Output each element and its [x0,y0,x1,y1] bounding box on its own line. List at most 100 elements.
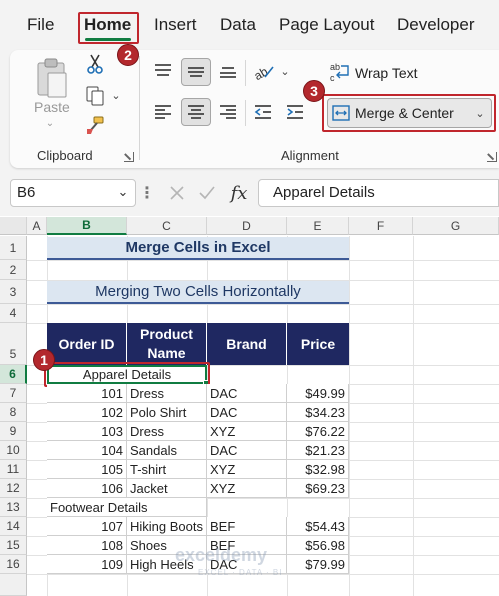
column-header-b[interactable]: B [47,217,127,235]
decrease-indent-icon[interactable] [250,99,276,125]
alignment-launcher-icon[interactable] [487,152,497,162]
order-id-cell[interactable]: 109 [47,555,127,574]
order-id-cell[interactable]: 103 [47,422,127,441]
wrap-text-icon[interactable]: ab c [329,60,351,84]
align-right-icon[interactable] [215,99,241,125]
header-brand[interactable]: Brand [207,323,287,365]
price-cell[interactable]: $21.23 [287,441,349,460]
tab-developer[interactable]: Developer [397,15,475,35]
price-cell[interactable]: $76.22 [287,422,349,441]
product-cell[interactable]: Dress [127,422,207,441]
row-header[interactable]: 12 [0,479,27,498]
row-header[interactable]: 4 [0,304,27,323]
gridline [27,304,499,305]
row-header[interactable]: 5 [0,323,27,365]
order-id-cell[interactable]: 107 [47,517,127,536]
brand-cell[interactable]: DAC [207,384,287,403]
order-id-cell[interactable]: 106 [47,479,127,498]
clipboard-launcher-icon[interactable] [124,152,134,162]
price-cell[interactable]: $49.99 [287,384,349,403]
format-painter-icon[interactable] [84,114,106,136]
row-header[interactable]: 2 [0,260,27,280]
column-header-g[interactable]: G [413,217,499,235]
product-cell[interactable]: Hiking Boots [127,517,207,536]
column-header-a[interactable]: A [27,217,47,235]
row-header[interactable]: 16 [0,555,27,574]
order-id-cell[interactable]: 101 [47,384,127,403]
price-cell[interactable]: $79.99 [287,555,349,574]
order-id-cell[interactable]: 105 [47,460,127,479]
column-header-e[interactable]: E [287,217,349,235]
copy-icon[interactable] [84,84,106,108]
watermark-logo: exceldemy [175,545,268,565]
cut-icon[interactable] [84,52,106,76]
row-header[interactable]: 10 [0,441,27,460]
alignment-group-label: Alignment [281,148,339,163]
group-label-footwear[interactable]: Footwear Details [47,498,207,517]
header-product-name[interactable]: Product Name [127,323,207,365]
home-tab-callout-box [78,12,139,44]
brand-cell[interactable]: XYZ [207,422,287,441]
column-header-c[interactable]: C [127,217,207,235]
product-cell[interactable]: Jacket [127,479,207,498]
more-options-icon[interactable]: ⋮ [139,183,155,203]
tab-insert[interactable]: Insert [154,15,197,35]
select-all-corner[interactable] [0,217,27,235]
product-cell[interactable]: T-shirt [127,460,207,479]
row-header[interactable]: 3 [0,280,27,304]
brand-cell[interactable]: DAC [207,403,287,422]
cancel-icon[interactable] [166,182,188,204]
tab-data[interactable]: Data [220,15,256,35]
paste-icon[interactable] [32,56,72,102]
brand-cell[interactable]: XYZ [207,460,287,479]
wrap-text-label[interactable]: Wrap Text [355,65,418,81]
align-bottom-icon[interactable] [215,58,241,84]
gridline [349,236,350,596]
row-header[interactable]: 11 [0,460,27,479]
price-cell[interactable]: $34.23 [287,403,349,422]
brand-cell[interactable]: XYZ [207,479,287,498]
align-top-icon[interactable] [150,58,176,84]
row-header[interactable]: 8 [0,403,27,422]
price-cell[interactable]: $54.43 [287,517,349,536]
row-header[interactable]: 15 [0,536,27,555]
tab-file[interactable]: File [27,15,54,35]
column-header-f[interactable]: F [349,217,413,235]
price-cell[interactable]: $32.98 [287,460,349,479]
copy-dropdown-icon[interactable]: ⌄ [110,88,122,102]
order-id-cell[interactable]: 104 [47,441,127,460]
brand-cell[interactable]: DAC [207,441,287,460]
orientation-icon[interactable]: ab [250,58,278,84]
sheet-subtitle[interactable]: Merging Two Cells Horizontally [47,281,349,304]
sheet-title[interactable]: Merge Cells in Excel [47,237,349,260]
chevron-down-icon[interactable]: ⌄ [44,118,56,129]
tab-page-layout[interactable]: Page Layout [279,15,374,35]
align-center-icon[interactable] [181,98,211,126]
align-left-icon[interactable] [150,99,176,125]
row-header[interactable]: 14 [0,517,27,536]
row-header[interactable]: 6 [0,365,27,384]
order-id-cell[interactable]: 108 [47,536,127,555]
row-header[interactable]: 9 [0,422,27,441]
paste-label[interactable]: Paste [34,99,70,115]
row-header[interactable]: 7 [0,384,27,403]
increase-indent-icon[interactable] [282,99,308,125]
row-header[interactable]: 13 [0,498,27,517]
align-middle-icon[interactable] [181,58,211,86]
row-header[interactable]: 1 [0,236,27,260]
product-cell[interactable]: Sandals [127,441,207,460]
header-price[interactable]: Price [287,323,349,365]
insert-function-icon[interactable]: fx [226,181,252,205]
row-header[interactable] [0,574,27,596]
brand-cell[interactable]: BEF [207,517,287,536]
product-cell[interactable]: Polo Shirt [127,403,207,422]
product-cell[interactable]: Dress [127,384,207,403]
orientation-dropdown-icon[interactable]: ⌄ [279,64,291,78]
price-cell[interactable]: $56.98 [287,536,349,555]
price-cell[interactable]: $69.23 [287,479,349,498]
column-header-d[interactable]: D [207,217,287,235]
order-id-cell[interactable]: 102 [47,403,127,422]
enter-check-icon[interactable] [196,182,218,204]
name-box-dropdown-icon[interactable]: ⌄ [116,184,130,200]
header-order-id[interactable]: Order ID [47,323,127,365]
